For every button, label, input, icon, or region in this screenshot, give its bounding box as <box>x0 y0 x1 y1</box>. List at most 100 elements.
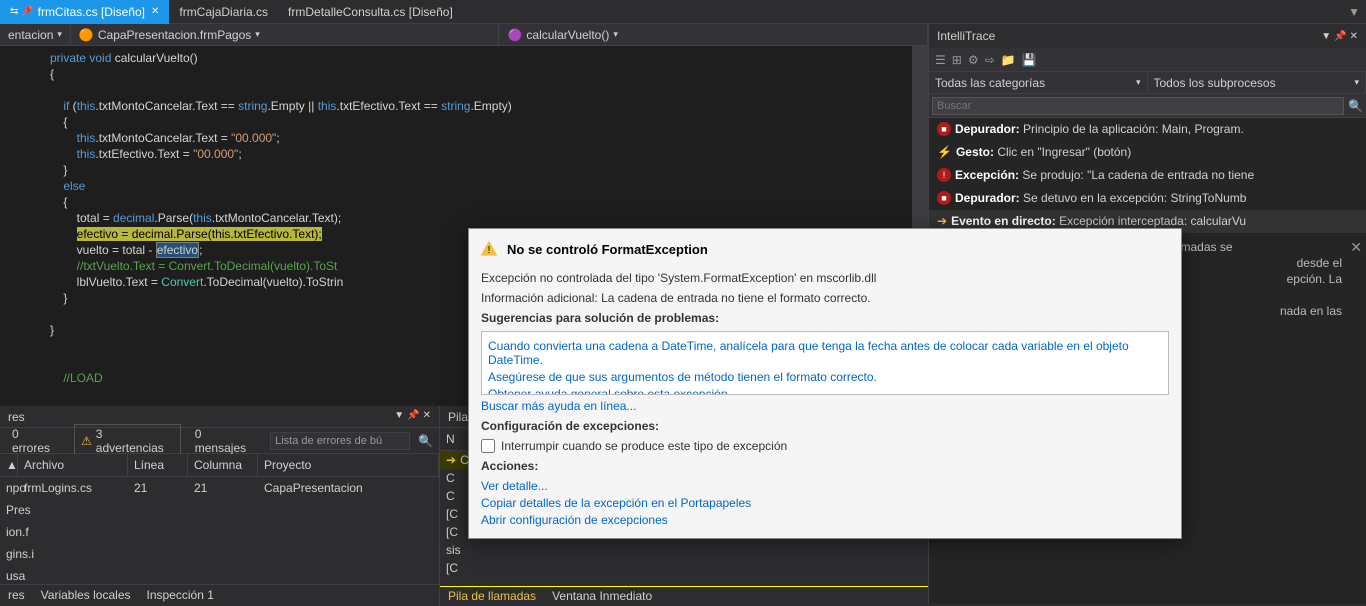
close-icon[interactable]: ✕ <box>423 410 431 423</box>
pin-icon[interactable]: 📌 <box>1334 31 1346 42</box>
folder-icon[interactable]: 📁 <box>1001 53 1016 67</box>
search-icon[interactable]: 🔍 <box>418 434 433 448</box>
close-icon[interactable]: ✕ <box>1350 239 1362 255</box>
open-settings-link[interactable]: Abrir configuración de excepciones <box>481 513 1169 527</box>
event-label: Evento en directo: <box>951 214 1056 228</box>
frame-text: [C <box>446 561 458 575</box>
filter-label: 0 mensajes <box>195 427 256 455</box>
dropdown-icon[interactable]: ▼ <box>394 410 404 423</box>
frame-text: C <box>446 471 455 485</box>
intellitrace-header: IntelliTrace ▼📌✕ <box>929 24 1366 48</box>
list-icon[interactable]: ☰ <box>935 53 946 67</box>
document-tabs: ⇆ 📌 frmCitas.cs [Diseño] ✕ frmCajaDiaria… <box>0 0 1366 24</box>
trace-event[interactable]: ■Depurador: Principio de la aplicación: … <box>929 118 1366 141</box>
current-frame-icon: ➔ <box>446 453 456 467</box>
error-row[interactable]: npo frmLogins.cs 21 21 CapaPresentacion <box>0 477 439 499</box>
stack-frame[interactable]: [C <box>440 559 928 577</box>
intellitrace-search[interactable] <box>932 97 1344 115</box>
trace-event[interactable]: ■Depurador: Se detuvo en la excepción: S… <box>929 187 1366 210</box>
chevron-down-icon: ▾ <box>255 29 260 40</box>
bottom-tab-inmediato[interactable]: Ventana Inmediato <box>544 587 660 606</box>
category-filter[interactable]: Todas las categorías▾ <box>929 72 1148 93</box>
event-label: Excepción: <box>955 168 1019 182</box>
copy-details-link[interactable]: Copiar detalles de la excepción en el Po… <box>481 496 1169 510</box>
save-icon[interactable]: 💾 <box>1022 53 1037 67</box>
breadcrumb-class[interactable]: 🟠CapaPresentacion.frmPagos▾ <box>71 24 500 45</box>
error-row[interactable]: usa <box>0 565 439 584</box>
exception-message: Excepción no controlada del tipo 'System… <box>481 271 1169 285</box>
bottom-tab-inspeccion[interactable]: Inspección 1 <box>139 585 222 606</box>
errors-filter-button[interactable]: 0 errores <box>6 425 66 457</box>
gear-icon[interactable]: ⚙ <box>968 53 979 67</box>
trace-event[interactable]: ! Excepción: Se produjo: "La cadena de en… <box>929 164 1366 187</box>
thread-filter[interactable]: Todos los subprocesos▾ <box>1148 72 1366 93</box>
sort-indicator[interactable]: ▲ <box>0 454 18 476</box>
stack-frame[interactable]: sis <box>440 541 928 559</box>
search-icon[interactable]: 🔍 <box>1348 99 1363 113</box>
tab-overflow-dropdown[interactable]: ▼ <box>1342 5 1366 19</box>
close-icon[interactable]: ✕ <box>151 6 159 17</box>
trunc-cell: ion.f <box>0 523 35 541</box>
frame-text: [C <box>446 507 458 521</box>
live-event-icon: ➔ <box>937 214 947 229</box>
suggestion-link[interactable]: Obtener ayuda general sobre esta excepci… <box>488 387 1162 395</box>
forward-icon[interactable]: ⇨ <box>985 53 995 67</box>
exception-additional: Información adicional: La cadena de entr… <box>481 291 1169 305</box>
event-text: Principio de la aplicación: Main, Progra… <box>1023 122 1244 136</box>
break-on-exception-checkbox[interactable] <box>481 439 495 453</box>
breadcrumb-label: entacion <box>8 28 53 42</box>
search-online-link[interactable]: Buscar más ayuda en línea... <box>481 399 1169 413</box>
chevron-down-icon: ▾ <box>57 29 62 40</box>
event-text: Se detuvo en la excepción: StringToNumb <box>1023 191 1246 205</box>
exception-title: No se controló FormatException <box>507 242 708 257</box>
bottom-tab-locales[interactable]: Variables locales <box>33 585 139 606</box>
tree-icon[interactable]: ⊞ <box>952 53 962 67</box>
tab-frmcajadiaria[interactable]: frmCajaDiaria.cs <box>169 0 278 24</box>
breadcrumb-method[interactable]: 🟣 calcularVuelto() ▾ <box>499 24 928 45</box>
breadcrumb-label: calcularVuelto() <box>526 28 609 42</box>
suggestions-box: Cuando convierta una cadena a DateTime, … <box>481 331 1169 395</box>
chevron-down-icon: ▾ <box>613 29 618 40</box>
col-project[interactable]: Proyecto <box>258 454 439 476</box>
messages-filter-button[interactable]: 0 mensajes <box>189 425 262 457</box>
svg-text:!: ! <box>488 245 491 256</box>
event-text: Clic en "Ingresar" (botón) <box>997 145 1131 159</box>
method-icon: 🟣 <box>507 28 522 42</box>
proj-cell: CapaPresentacion <box>258 479 439 497</box>
line-cell: 21 <box>128 479 188 497</box>
error-row[interactable]: Pres <box>0 499 439 521</box>
config-title: Configuración de excepciones: <box>481 419 1169 433</box>
breadcrumb-project[interactable]: entacion ▾ <box>0 24 71 45</box>
view-detail-link[interactable]: Ver detalle... <box>481 479 1169 493</box>
close-icon[interactable]: ✕ <box>1350 31 1358 42</box>
error-row[interactable]: gins.i <box>0 543 439 565</box>
col-column[interactable]: Columna <box>188 454 258 476</box>
error-row[interactable]: ion.f <box>0 521 439 543</box>
warning-icon: ! <box>479 239 499 259</box>
debugger-icon: ■ <box>937 122 951 136</box>
trace-event[interactable]: ⚡Gesto: Clic en "Ingresar" (botón) <box>929 141 1366 164</box>
suggestions-title: Sugerencias para solución de problemas: <box>481 311 1169 325</box>
class-icon: 🟠 <box>79 28 94 42</box>
trunc-cell: Pres <box>0 501 37 519</box>
event-label: Depurador: <box>955 191 1020 205</box>
suggestion-link[interactable]: Asegúrese de que sus argumentos de métod… <box>488 370 1162 384</box>
tab-frmdetalleconsulta[interactable]: frmDetalleConsulta.cs [Diseño] <box>278 0 463 24</box>
event-label: Gesto: <box>956 145 994 159</box>
pin-icon[interactable]: 📌 <box>407 410 419 423</box>
bottom-tab-pila[interactable]: Pila de llamadas <box>440 587 544 606</box>
bottom-tab-res[interactable]: res <box>0 585 33 606</box>
exception-icon: ! <box>937 168 951 182</box>
dropdown-icon[interactable]: ▼ <box>1321 31 1331 42</box>
col-cell: 21 <box>188 479 258 497</box>
errorlist-search[interactable]: Lista de errores de bú <box>270 432 410 450</box>
frame-text: [C <box>446 525 458 539</box>
event-text: Se produjo: "La cadena de entrada no tie… <box>1022 168 1254 182</box>
col-file[interactable]: Archivo <box>18 454 128 476</box>
warnings-filter-button[interactable]: ⚠3 advertencias <box>74 424 181 458</box>
suggestion-link[interactable]: Cuando convierta una cadena a DateTime, … <box>488 339 1162 367</box>
checkbox-label: Interrumpir cuando se produce este tipo … <box>501 439 787 453</box>
tab-frmcitas[interactable]: ⇆ 📌 frmCitas.cs [Diseño] ✕ <box>0 0 169 24</box>
panel-title: res <box>8 410 25 423</box>
col-line[interactable]: Línea <box>128 454 188 476</box>
